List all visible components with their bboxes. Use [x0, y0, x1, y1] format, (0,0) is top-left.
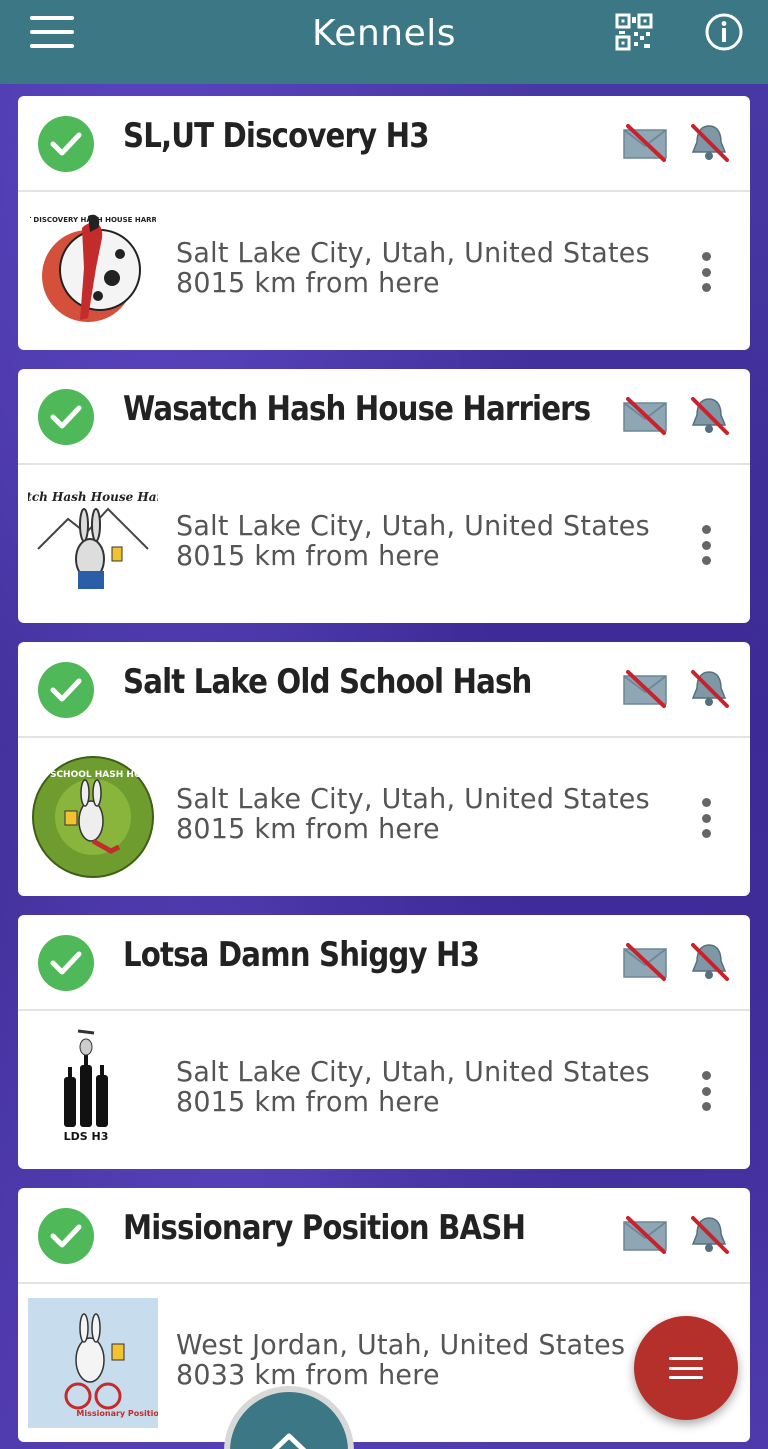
notification-off-icon[interactable] — [686, 939, 732, 983]
kennel-name: SL,UT Discovery H3 — [123, 116, 430, 156]
kennel-logo: Wasatch Hash House Harriers — [28, 479, 158, 609]
notification-off-icon[interactable] — [686, 1212, 732, 1256]
location-text: Salt Lake City, Utah, United States — [176, 509, 650, 542]
page-title: Kennels — [311, 12, 456, 54]
location-text: West Jordan, Utah, United States — [176, 1328, 626, 1361]
menu-icon — [669, 1357, 703, 1379]
kennel-name: Lotsa Damn Shiggy H3 — [123, 935, 480, 975]
check-icon[interactable] — [38, 935, 94, 991]
kennel-card-header: SL,UT Discovery H3 — [18, 96, 750, 192]
kennel-card[interactable]: SL,UT Discovery H3 DISCOVERY HASH HOUSE … — [18, 96, 750, 350]
kennel-list: SL,UT Discovery H3 DISCOVERY HASH HOUSE … — [18, 96, 750, 1449]
more-options-icon[interactable] — [696, 252, 716, 292]
qr-code-icon[interactable] — [614, 12, 654, 52]
kennel-card[interactable]: Wasatch Hash House Harriers ch Hash Hous… — [18, 369, 750, 623]
check-icon[interactable] — [38, 662, 94, 718]
mail-off-icon[interactable] — [622, 122, 668, 164]
check-icon[interactable] — [38, 116, 94, 172]
logo-caption: SLUT DISCOVERY HASH HOUSE HARRIERS — [30, 216, 156, 224]
notification-off-icon[interactable] — [686, 666, 732, 710]
check-icon[interactable] — [38, 1208, 94, 1264]
kennel-card-header: Lotsa Damn Shiggy H3 — [18, 915, 750, 1011]
location-text: Salt Lake City, Utah, United States — [176, 1055, 650, 1088]
notification-off-icon[interactable] — [686, 120, 732, 164]
kennel-logo: SALT LAKE OLD SCHOOL HASH HOUSE HARRIERS — [28, 752, 158, 882]
logo-caption: Missionary Position H3 — [76, 1409, 158, 1418]
more-options-icon[interactable] — [696, 798, 716, 838]
logo-caption: Wasatch Hash House Harriers — [28, 490, 158, 504]
kennel-name: Missionary Position BASH — [123, 1208, 526, 1248]
kennel-card-body: LDS H3 Salt Lake City, Utah, United Stat… — [18, 1011, 750, 1169]
kennel-card[interactable]: Lotsa Damn Shiggy H3 LDS H3 Salt Lake Ci… — [18, 915, 750, 1169]
kennel-card[interactable]: Salt Lake Old School Hash LD SCHOOL HASH… — [18, 642, 750, 896]
kennel-location: Salt Lake City, Utah, United States 8015… — [176, 784, 650, 844]
notification-off-icon[interactable] — [686, 393, 732, 437]
more-options-icon[interactable] — [696, 525, 716, 565]
check-icon[interactable] — [38, 389, 94, 445]
kennel-card-body: SLUT DISCOVERY HASH HOUSE HARRIERS Salt … — [18, 192, 750, 350]
distance-text: 8015 km from here — [176, 266, 440, 299]
distance-text: 8015 km from here — [176, 1085, 440, 1118]
info-icon[interactable] — [704, 12, 744, 52]
mail-off-icon[interactable] — [622, 668, 668, 710]
distance-text: 8015 km from here — [176, 539, 440, 572]
distance-text: 8033 km from here — [176, 1358, 440, 1391]
kennel-name: Wasatch Hash House Harriers — [123, 389, 591, 429]
kennel-card[interactable]: Missionary Position BASH Missionary Posi… — [18, 1188, 750, 1442]
kennel-location: West Jordan, Utah, United States 8033 km… — [176, 1330, 625, 1390]
kennel-location: Salt Lake City, Utah, United States 8015… — [176, 238, 650, 298]
kennel-card-header: Wasatch Hash House Harriers — [18, 369, 750, 465]
location-text: Salt Lake City, Utah, United States — [176, 236, 650, 269]
kennel-logo: Missionary Position H3 — [28, 1298, 158, 1428]
kennel-location: Salt Lake City, Utah, United States 8015… — [176, 511, 650, 571]
kennel-card-header: Missionary Position BASH — [18, 1188, 750, 1284]
kennel-location: Salt Lake City, Utah, United States 8015… — [176, 1057, 650, 1117]
menu-icon[interactable] — [30, 16, 74, 48]
kennel-logo: SLUT DISCOVERY HASH HOUSE HARRIERS — [28, 206, 158, 336]
kennel-logo: LDS H3 — [28, 1025, 158, 1155]
logo-caption: SALT LAKE OLD SCHOOL HASH HOUSE HARRIERS — [31, 770, 155, 780]
mail-off-icon[interactable] — [622, 941, 668, 983]
kennel-name: Salt Lake Old School Hash — [123, 662, 532, 702]
kennel-card-body: SALT LAKE OLD SCHOOL HASH HOUSE HARRIERS… — [18, 738, 750, 896]
home-icon — [271, 1433, 307, 1449]
kennel-card-header: Salt Lake Old School Hash — [18, 642, 750, 738]
distance-text: 8015 km from here — [176, 812, 440, 845]
mail-off-icon[interactable] — [622, 395, 668, 437]
more-options-icon[interactable] — [696, 1071, 716, 1111]
kennel-card-body: Wasatch Hash House Harriers Salt Lake Ci… — [18, 465, 750, 623]
floating-menu-button[interactable] — [634, 1316, 738, 1420]
mail-off-icon[interactable] — [622, 1214, 668, 1256]
location-text: Salt Lake City, Utah, United States — [176, 782, 650, 815]
top-app-bar: Kennels — [0, 0, 768, 84]
logo-caption: LDS H3 — [64, 1130, 109, 1143]
